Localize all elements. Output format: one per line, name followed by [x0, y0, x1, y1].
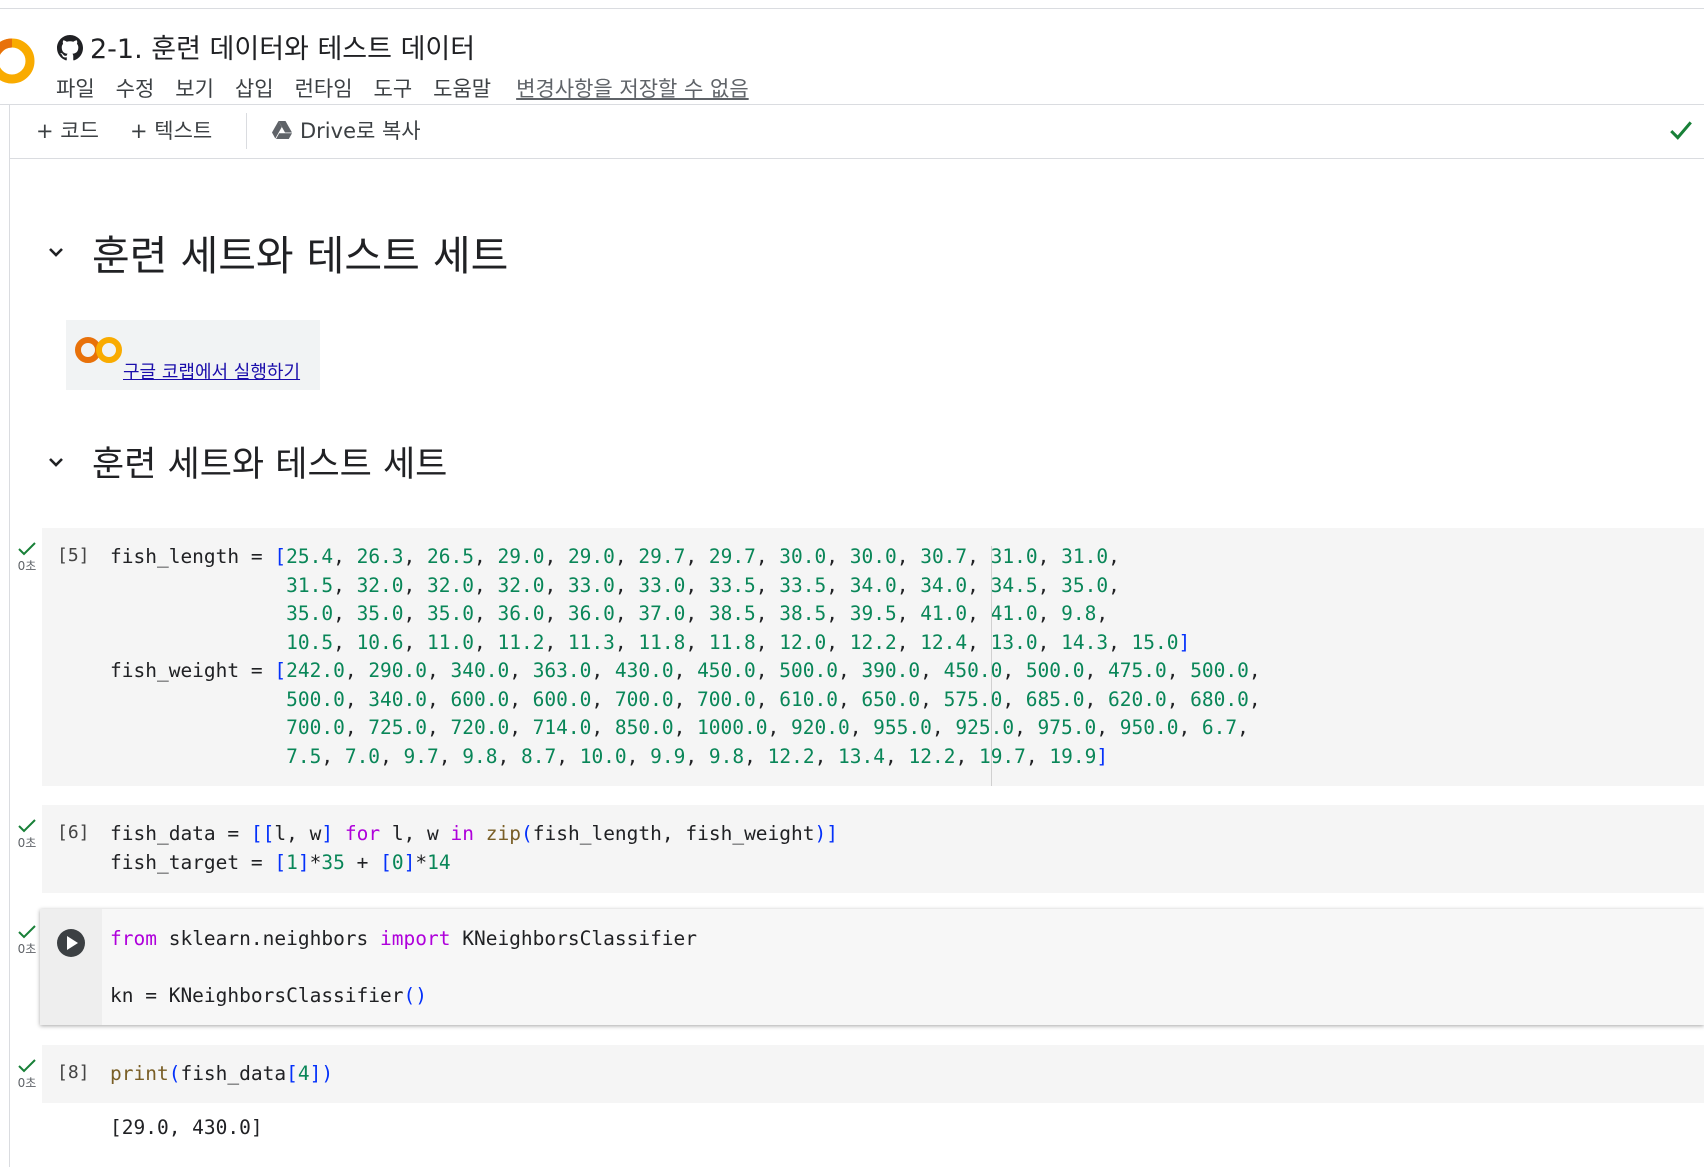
run-status-6: 0초: [16, 819, 38, 851]
menu-insert[interactable]: 삽입: [235, 73, 274, 103]
menu-runtime[interactable]: 런타임: [295, 73, 353, 103]
menu-file[interactable]: 파일: [56, 73, 95, 103]
open-in-colab-link[interactable]: 구글 코랩에서 실행하기: [123, 358, 300, 384]
code-editor-5[interactable]: fish_length = [25.4, 26.3, 26.5, 29.0, 2…: [110, 543, 1272, 771]
code-editor-6[interactable]: fish_data = [[l, w] for l, w in zip(fish…: [110, 820, 838, 877]
colab-co-logo: [75, 337, 122, 363]
run-status-8: 0초: [16, 1059, 38, 1091]
check-icon: [18, 819, 36, 833]
chevron-down-icon[interactable]: [44, 240, 68, 264]
drive-icon: [272, 121, 292, 139]
chevron-down-icon[interactable]: [44, 450, 68, 474]
colab-logo-icon[interactable]: [0, 35, 38, 87]
colab-badge: 구글 코랩에서 실행하기: [66, 320, 320, 390]
check-icon: [18, 925, 36, 939]
check-icon: [18, 542, 36, 556]
exec-time: 0초: [17, 942, 37, 956]
run-status-5: 0초: [16, 542, 38, 574]
section-title-2: 훈련 세트와 테스트 세트: [92, 445, 448, 485]
code-editor-7[interactable]: from sklearn.neighbors import KNeighbors…: [110, 925, 697, 1011]
section-heading-1: 훈련 세트와 테스트 세트: [44, 222, 508, 282]
add-text-button[interactable]: + 텍스트: [130, 115, 212, 145]
run-cell-button[interactable]: [56, 928, 86, 958]
exec-time: 0초: [17, 1076, 37, 1090]
exec-count: [5]: [57, 545, 90, 566]
unsaved-changes-link[interactable]: 변경사항을 저장할 수 없음: [516, 73, 749, 103]
run-status-7: 0초: [16, 925, 38, 957]
exec-count: [8]: [57, 1062, 90, 1083]
github-icon: [57, 35, 83, 61]
menu-bar: 파일 수정 보기 삽입 런타임 도구 도움말 변경사항을 저장할 수 없음: [56, 73, 770, 103]
cell-gutter: [40, 909, 102, 1025]
exec-time: 0초: [17, 836, 37, 850]
notebook-header: 2-1. 훈련 데이터와 테스트 데이터 파일 수정 보기 삽입 런타임 도구 …: [0, 9, 1704, 105]
notebook-title[interactable]: 2-1. 훈련 데이터와 테스트 데이터: [90, 27, 475, 66]
connected-check-icon[interactable]: [1668, 117, 1694, 143]
top-border: [0, 0, 1704, 9]
section-title-1: 훈련 세트와 테스트 세트: [92, 232, 509, 280]
section-heading-2: 훈련 세트와 테스트 세트: [44, 436, 447, 487]
left-border: [9, 105, 10, 1167]
copy-to-drive-label: Drive로 복사: [300, 119, 421, 143]
add-code-button[interactable]: + 코드: [36, 115, 99, 145]
cell-output: [29.0, 430.0]: [110, 1116, 263, 1139]
code-editor-8[interactable]: print(fish_data[4]): [110, 1060, 333, 1089]
menu-tools[interactable]: 도구: [374, 73, 413, 103]
copy-to-drive-button[interactable]: Drive로 복사: [272, 115, 421, 145]
toolbar: + 코드 + 텍스트 Drive로 복사: [10, 105, 1704, 159]
toolbar-separator: [246, 113, 247, 149]
exec-time: 0초: [17, 559, 37, 573]
menu-edit[interactable]: 수정: [116, 73, 155, 103]
menu-help[interactable]: 도움말: [433, 73, 491, 103]
text-cursor: [991, 546, 992, 786]
exec-count: [6]: [57, 822, 90, 843]
check-icon: [18, 1059, 36, 1073]
menu-view[interactable]: 보기: [175, 73, 214, 103]
